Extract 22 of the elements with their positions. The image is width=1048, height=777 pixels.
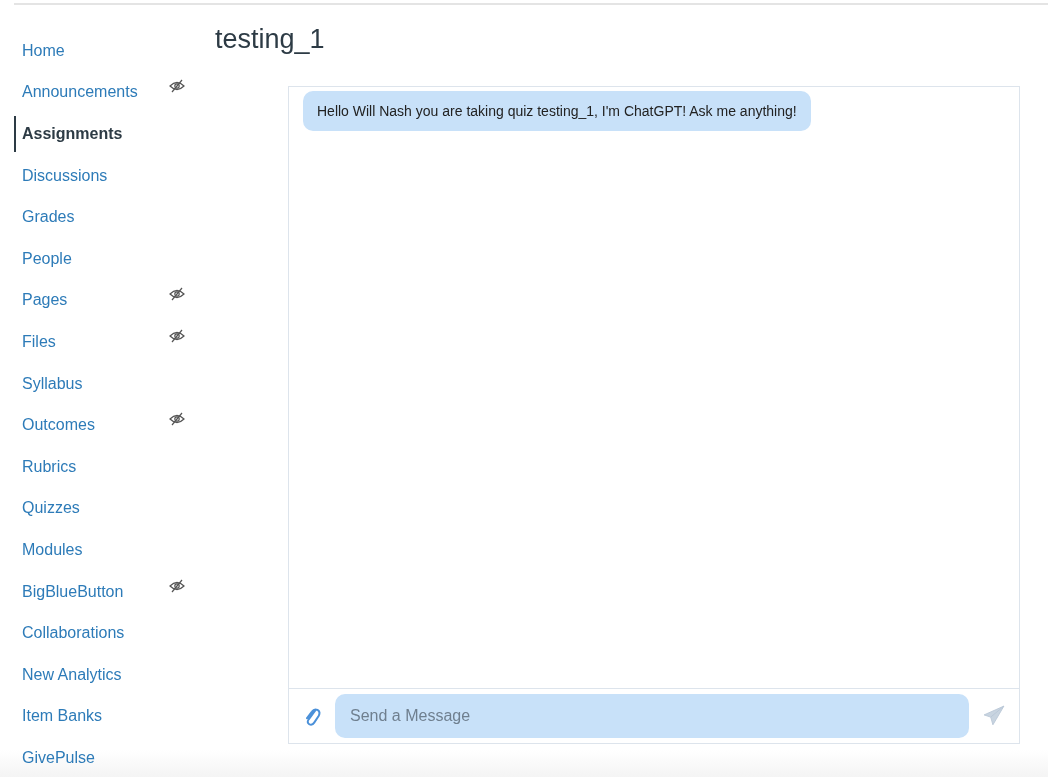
chat-message: Hello Will Nash you are taking quiz testing_1, I'm ChatGPT! Ask me anything! bbox=[303, 91, 811, 131]
nav-link[interactable]: Modules bbox=[14, 531, 167, 568]
nav-link[interactable]: BigBlueButton bbox=[14, 573, 167, 610]
nav-link[interactable]: Assignments bbox=[14, 116, 167, 152]
nav-link[interactable]: Discussions bbox=[14, 157, 167, 194]
paperclip-icon[interactable] bbox=[303, 705, 321, 727]
nav-link[interactable]: Syllabus bbox=[14, 365, 167, 402]
nav-link[interactable]: Announcements bbox=[14, 74, 167, 111]
nav-link[interactable]: Files bbox=[14, 323, 167, 360]
nav-link[interactable]: Grades bbox=[14, 199, 167, 236]
nav-link[interactable]: Pages bbox=[14, 282, 167, 319]
nav-link[interactable]: Outcomes bbox=[14, 407, 167, 444]
page-title: testing_1 bbox=[215, 23, 326, 56]
nav-link[interactable]: Rubrics bbox=[14, 448, 167, 485]
nav-link[interactable]: New Analytics bbox=[14, 656, 167, 693]
nav-link[interactable]: Quizzes bbox=[14, 490, 167, 527]
message-input[interactable]: Send a Message bbox=[335, 694, 969, 738]
nav-link[interactable]: Home bbox=[14, 32, 167, 69]
nav-link[interactable]: People bbox=[14, 240, 167, 277]
nav-link[interactable]: GivePulse bbox=[14, 739, 167, 776]
nav-link[interactable]: Item Banks bbox=[14, 698, 167, 735]
nav-link[interactable]: Collaborations bbox=[14, 615, 167, 652]
